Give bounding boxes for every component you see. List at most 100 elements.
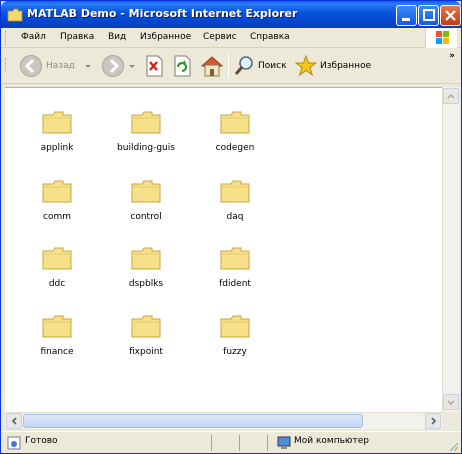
ie-window: MATLAB Demo - Microsoft Internet Explore… <box>0 0 462 454</box>
chevron-up-icon <box>447 93 455 99</box>
folder-icon <box>131 180 161 203</box>
stop-icon <box>146 55 163 77</box>
windows-flag-icon <box>436 31 449 44</box>
folder-icon <box>131 315 161 338</box>
minimize-icon <box>402 18 410 21</box>
favorites-button[interactable]: Избранное <box>295 52 371 80</box>
zone-text: Мой компьютер <box>294 436 369 446</box>
back-arrow-icon <box>20 55 42 77</box>
scroll-corner <box>442 412 459 429</box>
folder-item[interactable]: finance <box>21 314 91 374</box>
status-cell <box>239 435 267 451</box>
menu-bar: Файл Правка Вид Избранное Сервис Справка <box>1 28 461 48</box>
folder-icon <box>131 111 161 134</box>
menu-favorites[interactable]: Избранное <box>140 32 191 42</box>
scroll-left-button[interactable] <box>6 413 22 429</box>
folder-item[interactable]: fixpoint <box>110 314 180 374</box>
folder-icon <box>42 180 72 203</box>
folder-label: applink <box>40 143 74 153</box>
toolbar-grip[interactable] <box>5 58 8 72</box>
folder-icon <box>42 111 72 134</box>
folder-item[interactable]: codegen <box>199 110 269 170</box>
home-button[interactable] <box>200 52 224 80</box>
folder-icon <box>42 247 72 270</box>
menu-help[interactable]: Справка <box>250 32 290 42</box>
menu-grip[interactable] <box>5 31 8 45</box>
refresh-icon <box>174 55 191 77</box>
folder-icon <box>220 180 250 203</box>
page-icon <box>7 436 21 450</box>
folder-item[interactable]: building-guis <box>110 110 180 170</box>
window-title: MATLAB Demo - Microsoft Internet Explore… <box>27 7 298 20</box>
chevron-down-icon <box>84 65 91 68</box>
chevron-right-icon <box>431 417 437 425</box>
status-bar: Готово Мой компьютер <box>1 431 461 453</box>
refresh-button[interactable] <box>172 52 192 80</box>
folder-icon <box>220 247 250 270</box>
back-button[interactable]: Назад <box>19 52 93 80</box>
folder-icon <box>220 111 250 134</box>
folder-label: fuzzy <box>223 347 247 357</box>
folder-view: applink building-guis codegen comm contr… <box>5 87 446 412</box>
toolbar-separator <box>228 54 229 78</box>
folder-label: codegen <box>215 143 255 153</box>
menu-tools[interactable]: Сервис <box>203 32 237 42</box>
folder-item[interactable]: applink <box>21 110 91 170</box>
scroll-right-button[interactable] <box>425 413 441 429</box>
home-icon <box>200 56 224 77</box>
folder-item[interactable]: ddc <box>21 246 91 306</box>
scroll-thumb[interactable] <box>23 414 363 428</box>
folder-item[interactable]: comm <box>21 179 91 239</box>
windows-logo <box>425 28 457 48</box>
scroll-up-button[interactable] <box>443 88 459 104</box>
folder-label: building-guis <box>117 143 175 153</box>
folder-item[interactable]: dspblks <box>110 246 180 306</box>
folder-label: fdident <box>219 279 251 289</box>
menu-file[interactable]: Файл <box>21 32 46 42</box>
folder-item[interactable]: daq <box>199 179 269 239</box>
maximize-icon <box>423 9 435 21</box>
folder-item[interactable]: control <box>110 179 180 239</box>
favorites-label: Избранное <box>320 61 372 71</box>
vertical-scrollbar[interactable] <box>442 87 459 412</box>
scroll-down-button[interactable] <box>443 394 459 410</box>
resize-grip-icon[interactable] <box>447 440 459 452</box>
back-label: Назад <box>46 61 75 71</box>
close-icon <box>445 10 456 21</box>
forward-button[interactable] <box>101 52 137 80</box>
folder-item[interactable]: fdident <box>199 246 269 306</box>
folder-label: ddc <box>48 279 66 289</box>
horizontal-scrollbar[interactable] <box>5 412 442 429</box>
folder-label: daq <box>226 212 244 222</box>
computer-icon <box>277 436 291 449</box>
status-cell <box>267 435 275 451</box>
search-label: Поиск <box>258 61 287 71</box>
stop-button[interactable] <box>144 52 164 80</box>
folder-label: comm <box>43 212 71 222</box>
chevron-left-icon <box>11 417 17 425</box>
chevron-down-icon <box>129 65 135 68</box>
status-text: Готово <box>25 436 58 446</box>
star-icon <box>295 55 317 77</box>
toolbar-overflow-chevron[interactable]: » <box>449 51 455 61</box>
maximize-button[interactable] <box>418 5 439 26</box>
chevron-down-icon <box>447 400 455 406</box>
search-icon <box>234 56 253 75</box>
forward-arrow-icon <box>102 55 124 77</box>
search-button[interactable]: Поиск <box>233 52 287 80</box>
standard-toolbar: Назад Поиск Избранное » <box>1 48 461 84</box>
minimize-button[interactable] <box>396 5 417 26</box>
folder-label: dspblks <box>128 279 164 289</box>
folder-icon <box>131 247 161 270</box>
folder-window-icon <box>7 8 23 22</box>
menu-view[interactable]: Вид <box>108 32 126 42</box>
folder-icon <box>220 315 250 338</box>
title-bar[interactable]: MATLAB Demo - Microsoft Internet Explore… <box>1 1 461 28</box>
status-cell <box>211 435 239 451</box>
close-button[interactable] <box>440 5 461 26</box>
menu-edit[interactable]: Правка <box>60 32 94 42</box>
folder-item[interactable]: fuzzy <box>199 314 269 374</box>
folder-label: fixpoint <box>129 347 163 357</box>
folder-label: control <box>130 212 162 222</box>
folder-label: finance <box>40 347 74 357</box>
